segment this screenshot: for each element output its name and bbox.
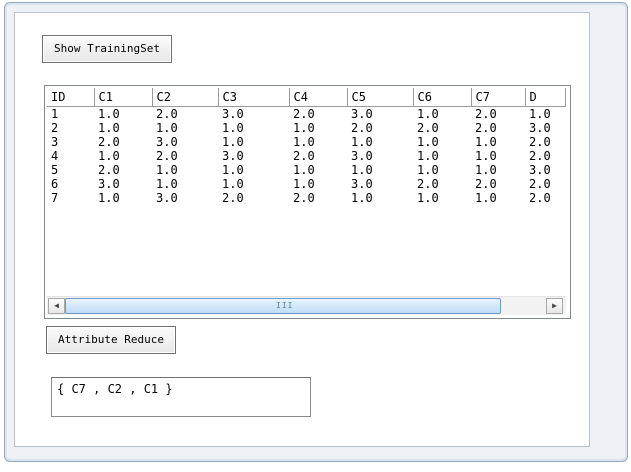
- table-cell: 2.0: [417, 121, 439, 135]
- table-cell: 1.0: [529, 107, 551, 121]
- table-cell: 1.0: [98, 107, 120, 121]
- table-cell: 6: [51, 177, 59, 191]
- table-cell: 1.0: [475, 149, 497, 163]
- table-row[interactable]: 4 1.0 2.0 3.0 2.0 3.0 1.0 1.0 2.0: [47, 149, 565, 163]
- table-row[interactable]: 2 1.0 1.0 1.0 1.0 2.0 2.0 2.0 3.0: [47, 121, 565, 135]
- table-cell: 1.0: [351, 135, 373, 149]
- table-cell: 1.0: [98, 191, 120, 205]
- table-cell: 2.0: [98, 163, 120, 177]
- table-cell: 1.0: [417, 191, 439, 205]
- column-header-c2[interactable]: C2: [151, 88, 219, 107]
- column-header-c4[interactable]: C4: [288, 88, 348, 107]
- scroll-right-arrow-icon[interactable]: ▶: [546, 298, 563, 314]
- table-row[interactable]: 1 1.0 2.0 3.0 2.0 3.0 1.0 2.0 1.0: [47, 107, 565, 122]
- data-grid: ID C1 C2 C3 C4 C5 C6 C7 D 1 1.0 2.0 3.0 2.0 3.0 1.0 2.0…: [47, 88, 566, 205]
- table-cell: 1.0: [475, 191, 497, 205]
- table-cell: 3.0: [529, 163, 551, 177]
- table-cell: 1.0: [156, 177, 178, 191]
- table-cell: 1.0: [98, 121, 120, 135]
- table-cell: 3: [51, 135, 59, 149]
- table-cell: 1.0: [475, 163, 497, 177]
- show-training-set-button[interactable]: Show TrainingSet: [42, 35, 172, 63]
- column-header-c7[interactable]: C7: [470, 88, 526, 107]
- table-cell: 3.0: [351, 177, 373, 191]
- table-cell: 2.0: [529, 149, 551, 163]
- table-cell: 1.0: [293, 163, 315, 177]
- table-cell: 1.0: [417, 163, 439, 177]
- scroll-left-arrow-icon[interactable]: ◀: [48, 298, 65, 314]
- table-cell: 2.0: [475, 107, 497, 121]
- table-cell: 2.0: [529, 191, 551, 205]
- column-header-c1[interactable]: C1: [93, 88, 153, 107]
- table-cell: 1.0: [293, 121, 315, 135]
- column-header-id[interactable]: ID: [47, 88, 95, 107]
- table-cell: 2.0: [98, 135, 120, 149]
- table-cell: 1: [51, 107, 59, 121]
- table-cell: 2.0: [351, 121, 373, 135]
- table-cell: 1.0: [351, 191, 373, 205]
- table-cell: 3.0: [222, 107, 244, 121]
- table-cell: 5: [51, 163, 59, 177]
- table-cell: 2.0: [156, 107, 178, 121]
- table-cell: 2.0: [222, 191, 244, 205]
- column-header-c6[interactable]: C6: [412, 88, 472, 107]
- table-cell: 1.0: [222, 177, 244, 191]
- reduct-result-text: { C7 , C2 , C1 }: [57, 382, 173, 396]
- table-cell: 1.0: [156, 163, 178, 177]
- table-cell: 3.0: [351, 107, 373, 121]
- table-cell: 2.0: [156, 149, 178, 163]
- table-row[interactable]: 5 2.0 1.0 1.0 1.0 1.0 1.0 1.0 3.0: [47, 163, 565, 177]
- main-panel: Show TrainingSet ID C1 C2 C3 C4 C5 C6 C7 D 1 1.0 2…: [14, 12, 590, 447]
- column-header-c3[interactable]: C3: [217, 88, 290, 107]
- table-row[interactable]: 7 1.0 3.0 2.0 2.0 1.0 1.0 1.0 2.0: [47, 191, 565, 205]
- table-row[interactable]: 3 2.0 3.0 1.0 1.0 1.0 1.0 1.0 2.0: [47, 135, 565, 149]
- table-cell: 2.0: [475, 121, 497, 135]
- table-cell: 1.0: [417, 135, 439, 149]
- table-cell: 1.0: [222, 163, 244, 177]
- scroll-grip-icon: III: [276, 301, 294, 310]
- table-cell: 2.0: [293, 107, 315, 121]
- table-cell: 2: [51, 121, 59, 135]
- app-window: Show TrainingSet ID C1 C2 C3 C4 C5 C6 C7 D 1 1.0 2…: [4, 2, 628, 462]
- table-cell: 3.0: [529, 121, 551, 135]
- table-cell: 2.0: [293, 191, 315, 205]
- table-cell: 1.0: [351, 163, 373, 177]
- table-cell: 1.0: [222, 135, 244, 149]
- table-cell: 1.0: [417, 107, 439, 121]
- table-cell: 3.0: [156, 135, 178, 149]
- table-header-row: ID C1 C2 C3 C4 C5 C6 C7 D: [47, 88, 566, 107]
- table-cell: 3.0: [98, 177, 120, 191]
- table-cell: 3.0: [222, 149, 244, 163]
- column-header-c5[interactable]: C5: [346, 88, 414, 107]
- table-row[interactable]: 6 3.0 1.0 1.0 1.0 3.0 2.0 2.0 2.0: [47, 177, 565, 191]
- horizontal-scrollbar[interactable]: ◀ III ▶: [47, 296, 566, 315]
- table-cell: 1.0: [293, 177, 315, 191]
- table-cell: 2.0: [293, 149, 315, 163]
- table-cell: 3.0: [351, 149, 373, 163]
- table-cell: 2.0: [529, 135, 551, 149]
- table-cell: 1.0: [156, 121, 178, 135]
- table-cell: 3.0: [156, 191, 178, 205]
- table-cell: 1.0: [293, 135, 315, 149]
- reduct-result-field[interactable]: { C7 , C2 , C1 }: [51, 377, 311, 417]
- table-cell: 2.0: [529, 177, 551, 191]
- table-cell: 7: [51, 191, 59, 205]
- table-cell: 2.0: [475, 177, 497, 191]
- table-cell: 1.0: [417, 149, 439, 163]
- table-cell: 4: [51, 149, 59, 163]
- table-cell: 1.0: [475, 135, 497, 149]
- column-header-d[interactable]: D: [524, 88, 566, 107]
- training-set-table[interactable]: ID C1 C2 C3 C4 C5 C6 C7 D 1 1.0 2.0 3.0 2.0 3.0 1.0 2.0…: [44, 85, 571, 319]
- scroll-thumb[interactable]: III: [65, 298, 501, 314]
- table-cell: 1.0: [222, 121, 244, 135]
- table-cell: 2.0: [417, 177, 439, 191]
- attribute-reduce-button[interactable]: Attribute Reduce: [46, 326, 176, 354]
- table-cell: 1.0: [98, 149, 120, 163]
